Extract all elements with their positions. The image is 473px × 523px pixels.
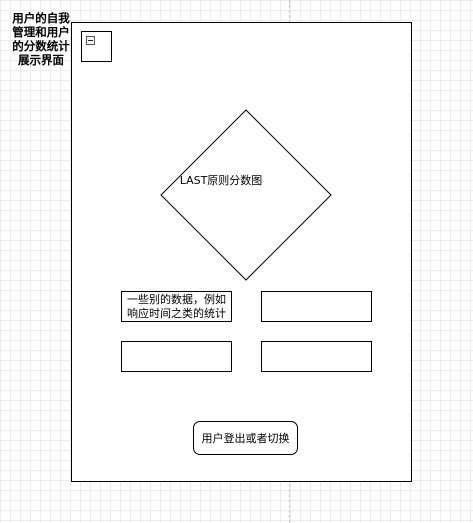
diamond-shape bbox=[160, 109, 332, 281]
diamond-label: LAST原则分数图 bbox=[179, 174, 263, 187]
stat-box-label: 一些别的数据，例如响应时间之类的统计 bbox=[127, 292, 226, 320]
logout-switch-button[interactable]: 用户登出或者切换 bbox=[193, 421, 298, 455]
stat-box-empty-2 bbox=[121, 341, 232, 372]
guide-line-bottom bbox=[289, 484, 290, 523]
stat-box-empty-1 bbox=[261, 291, 372, 322]
score-diagram-diamond bbox=[160, 109, 332, 281]
stat-box-response-time: 一些别的数据，例如响应时间之类的统计 bbox=[121, 291, 232, 322]
side-title: 用户的自我管理和用户的分数统计展示界面 bbox=[12, 11, 70, 67]
collapse-icon[interactable] bbox=[86, 36, 95, 45]
stat-box-empty-3 bbox=[261, 341, 372, 372]
avatar-box[interactable] bbox=[81, 31, 112, 62]
